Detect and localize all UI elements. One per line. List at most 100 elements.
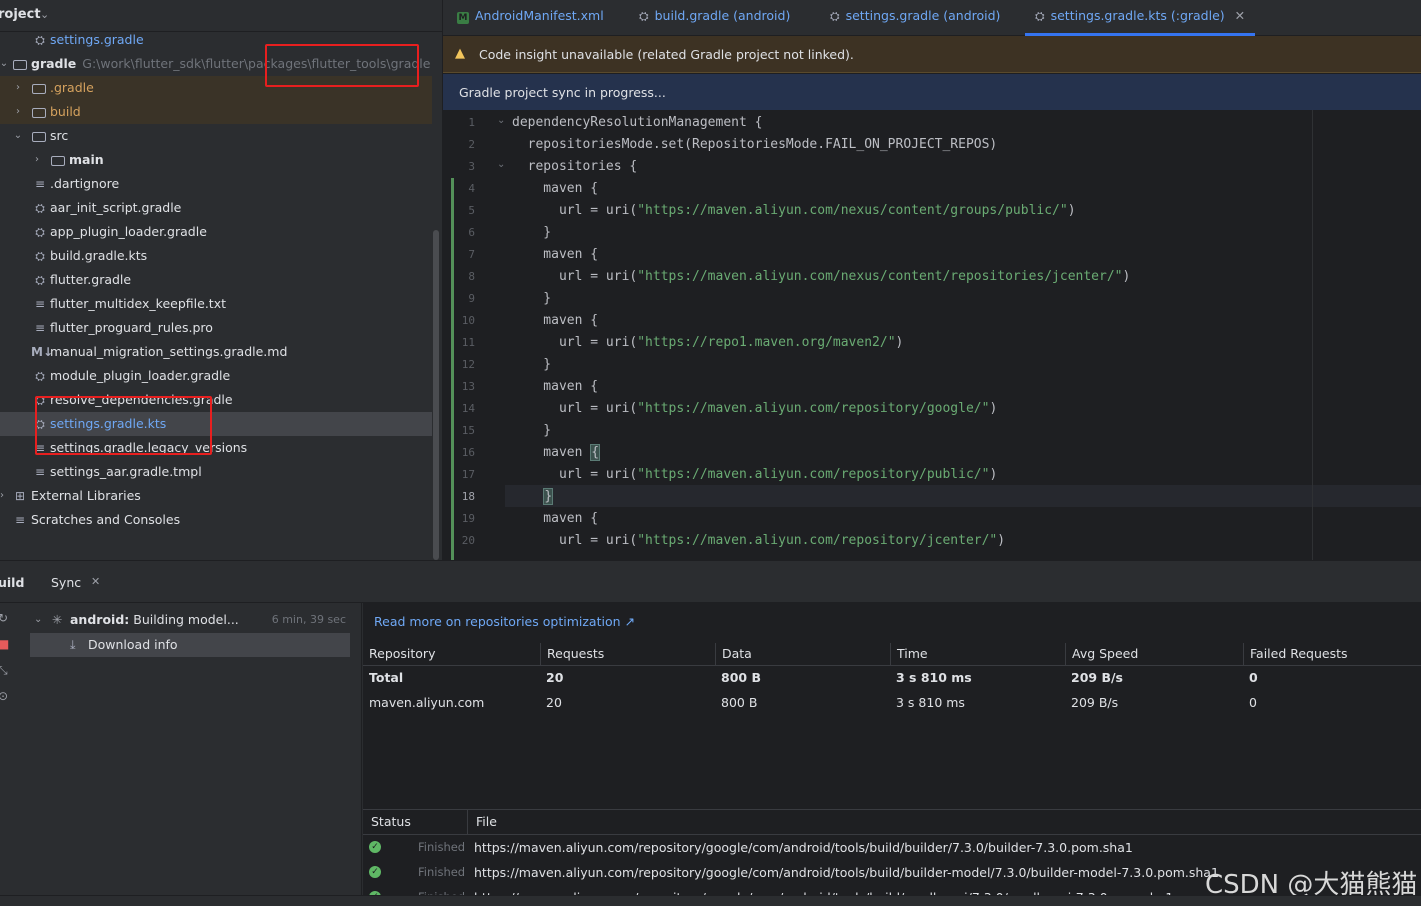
- line-number[interactable]: 13: [443, 380, 475, 393]
- line-number[interactable]: 10: [443, 314, 475, 327]
- tree-item-file[interactable]: ≡ .dartignore: [0, 172, 432, 196]
- editor-tabbar: M AndroidManifest.xml ⛭ build.gradle (andr…: [443, 0, 1421, 36]
- line-number[interactable]: 14: [443, 402, 475, 415]
- project-scrollbar[interactable]: [433, 230, 439, 560]
- close-icon[interactable]: ✕: [91, 575, 100, 588]
- line-number[interactable]: 17: [443, 468, 475, 481]
- line-number[interactable]: 20: [443, 534, 475, 547]
- chevron-down-icon[interactable]: ⌄: [40, 8, 49, 21]
- line-number[interactable]: 1: [443, 116, 475, 129]
- col-header-file[interactable]: File: [468, 810, 497, 834]
- tree-item-label: src: [50, 128, 69, 143]
- code-line[interactable]: dependencyResolutionManagement {: [512, 112, 762, 134]
- code-line[interactable]: repositories {: [512, 156, 638, 178]
- tree-item-src[interactable]: ⌄ src: [0, 124, 432, 148]
- tree-item-file[interactable]: M↓ manual_migration_settings.gradle.md: [0, 340, 432, 364]
- tree-item-file[interactable]: ⛭ build.gradle.kts: [0, 244, 432, 268]
- settings-icon[interactable]: ⊙: [0, 689, 8, 703]
- code-line[interactable]: url = uri("https://maven.aliyun.com/repo…: [512, 398, 997, 420]
- code-line[interactable]: maven {: [512, 376, 598, 398]
- code-line[interactable]: url = uri("https://maven.aliyun.com/repo…: [512, 464, 997, 486]
- col-header-requests[interactable]: Requests: [540, 643, 715, 665]
- file-row[interactable]: ✓ Finished https://maven.aliyun.com/reposi…: [363, 835, 1421, 860]
- tree-item-file[interactable]: ≡ flutter_proguard_rules.pro: [0, 316, 432, 340]
- line-number[interactable]: 7: [443, 248, 475, 261]
- tree-item-file[interactable]: ⛭ aar_init_script.gradle: [0, 196, 432, 220]
- tab-android-manifest[interactable]: M AndroidManifest.xml: [457, 0, 604, 36]
- code-area[interactable]: dependencyResolutionManagement { reposit…: [512, 110, 1421, 560]
- tree-item-file[interactable]: ≡ flutter_multidex_keepfile.txt: [0, 292, 432, 316]
- tree-item-file[interactable]: ⛭ module_plugin_loader.gradle: [0, 364, 432, 388]
- code-line[interactable]: url = uri("https://maven.aliyun.com/nexu…: [512, 200, 1076, 222]
- vcs-change-marker[interactable]: [451, 178, 454, 560]
- code-line[interactable]: maven {: [512, 310, 598, 332]
- scratches-icon: ≡: [14, 513, 26, 527]
- col-header-failed-requests[interactable]: Failed Requests: [1243, 643, 1421, 665]
- fold-chevron-icon[interactable]: ⌄: [497, 159, 505, 170]
- line-number[interactable]: 6: [443, 226, 475, 239]
- check-circle-icon: ✓: [369, 866, 381, 878]
- tab-settings-gradle[interactable]: ⛭ settings.gradle (android): [830, 0, 1000, 36]
- line-number[interactable]: 4: [443, 182, 475, 195]
- close-icon[interactable]: ✕: [1235, 8, 1245, 23]
- col-header-time[interactable]: Time: [890, 643, 1065, 665]
- line-number[interactable]: 15: [443, 424, 475, 437]
- read-more-link[interactable]: Read more on repositories optimization ↗: [374, 614, 635, 629]
- chevron-right-icon[interactable]: ›: [12, 100, 24, 124]
- tree-item-file[interactable]: ⛭ flutter.gradle: [0, 268, 432, 292]
- code-line[interactable]: url = uri("https://maven.aliyun.com/repo…: [512, 530, 1005, 552]
- stop-icon[interactable]: ■: [0, 637, 9, 651]
- chevron-right-icon[interactable]: ›: [0, 484, 8, 508]
- fold-chevron-icon[interactable]: ⌄: [497, 115, 505, 126]
- tree-item-external-libraries[interactable]: › ⊞ External Libraries: [0, 484, 432, 508]
- code-line[interactable]: }: [512, 420, 551, 442]
- tree-item-file[interactable]: ≡ settings_aar.gradle.tmpl: [0, 460, 432, 484]
- col-header-avg-speed[interactable]: Avg Speed: [1065, 643, 1243, 665]
- code-line[interactable]: }: [512, 354, 551, 376]
- line-number[interactable]: 11: [443, 336, 475, 349]
- tab-sync[interactable]: Sync: [51, 575, 81, 590]
- build-node-android[interactable]: ⌄ ✳ android: Building model... 6 min, 39…: [30, 609, 352, 631]
- code-line[interactable]: maven {: [512, 508, 598, 530]
- code-line[interactable]: }: [512, 486, 554, 508]
- status-bar: [0, 895, 1421, 906]
- matched-brace: }: [543, 488, 554, 505]
- chevron-down-icon[interactable]: ⌄: [34, 609, 42, 631]
- col-header-repository[interactable]: Repository: [363, 643, 540, 665]
- download-info-row[interactable]: ⤓ Download info: [30, 633, 350, 657]
- code-line[interactable]: url = uri("https://maven.aliyun.com/nexu…: [512, 266, 1130, 288]
- tree-item-scratches[interactable]: ≡ Scratches and Consoles: [0, 508, 432, 532]
- col-header-data[interactable]: Data: [715, 643, 890, 665]
- manifest-icon: M: [457, 12, 469, 24]
- code-line[interactable]: repositoriesMode.set(RepositoriesMode.FA…: [512, 134, 998, 156]
- tab-build-gradle[interactable]: ⛭ build.gradle (android): [639, 0, 790, 36]
- chevron-right-icon[interactable]: ›: [31, 148, 43, 172]
- code-line[interactable]: maven {: [512, 244, 598, 266]
- code-line[interactable]: maven {: [512, 442, 601, 464]
- collapse-icon[interactable]: ⤡: [0, 663, 8, 678]
- code-line[interactable]: }: [512, 288, 551, 310]
- chevron-down-icon[interactable]: ⌄: [0, 52, 10, 76]
- line-number[interactable]: 2: [443, 138, 475, 151]
- col-header-status[interactable]: Status: [363, 810, 468, 834]
- code-line[interactable]: url = uri("https://repo1.maven.org/maven…: [512, 332, 903, 354]
- build-title[interactable]: uild: [0, 575, 24, 590]
- tree-item-file[interactable]: ⛭ app_plugin_loader.gradle: [0, 220, 432, 244]
- tree-item-main[interactable]: › main: [0, 148, 432, 172]
- line-number[interactable]: 9: [443, 292, 475, 305]
- line-number[interactable]: 16: [443, 446, 475, 459]
- line-number[interactable]: 5: [443, 204, 475, 217]
- code-line[interactable]: maven {: [512, 178, 598, 200]
- line-number[interactable]: 3: [443, 160, 475, 173]
- line-number[interactable]: 12: [443, 358, 475, 371]
- tab-settings-gradle-kts[interactable]: ⛭ settings.gradle.kts (:gradle) ✕: [1025, 0, 1256, 36]
- chevron-down-icon[interactable]: ⌄: [12, 124, 24, 148]
- project-panel-title[interactable]: roject: [0, 7, 41, 22]
- code-line[interactable]: }: [512, 222, 551, 244]
- rerun-icon[interactable]: ↻: [0, 611, 8, 625]
- line-number[interactable]: 19: [443, 512, 475, 525]
- line-number[interactable]: 18: [443, 490, 475, 503]
- line-number[interactable]: 8: [443, 270, 475, 283]
- chevron-right-icon[interactable]: ›: [12, 76, 24, 100]
- tree-item-build[interactable]: › build: [0, 100, 432, 124]
